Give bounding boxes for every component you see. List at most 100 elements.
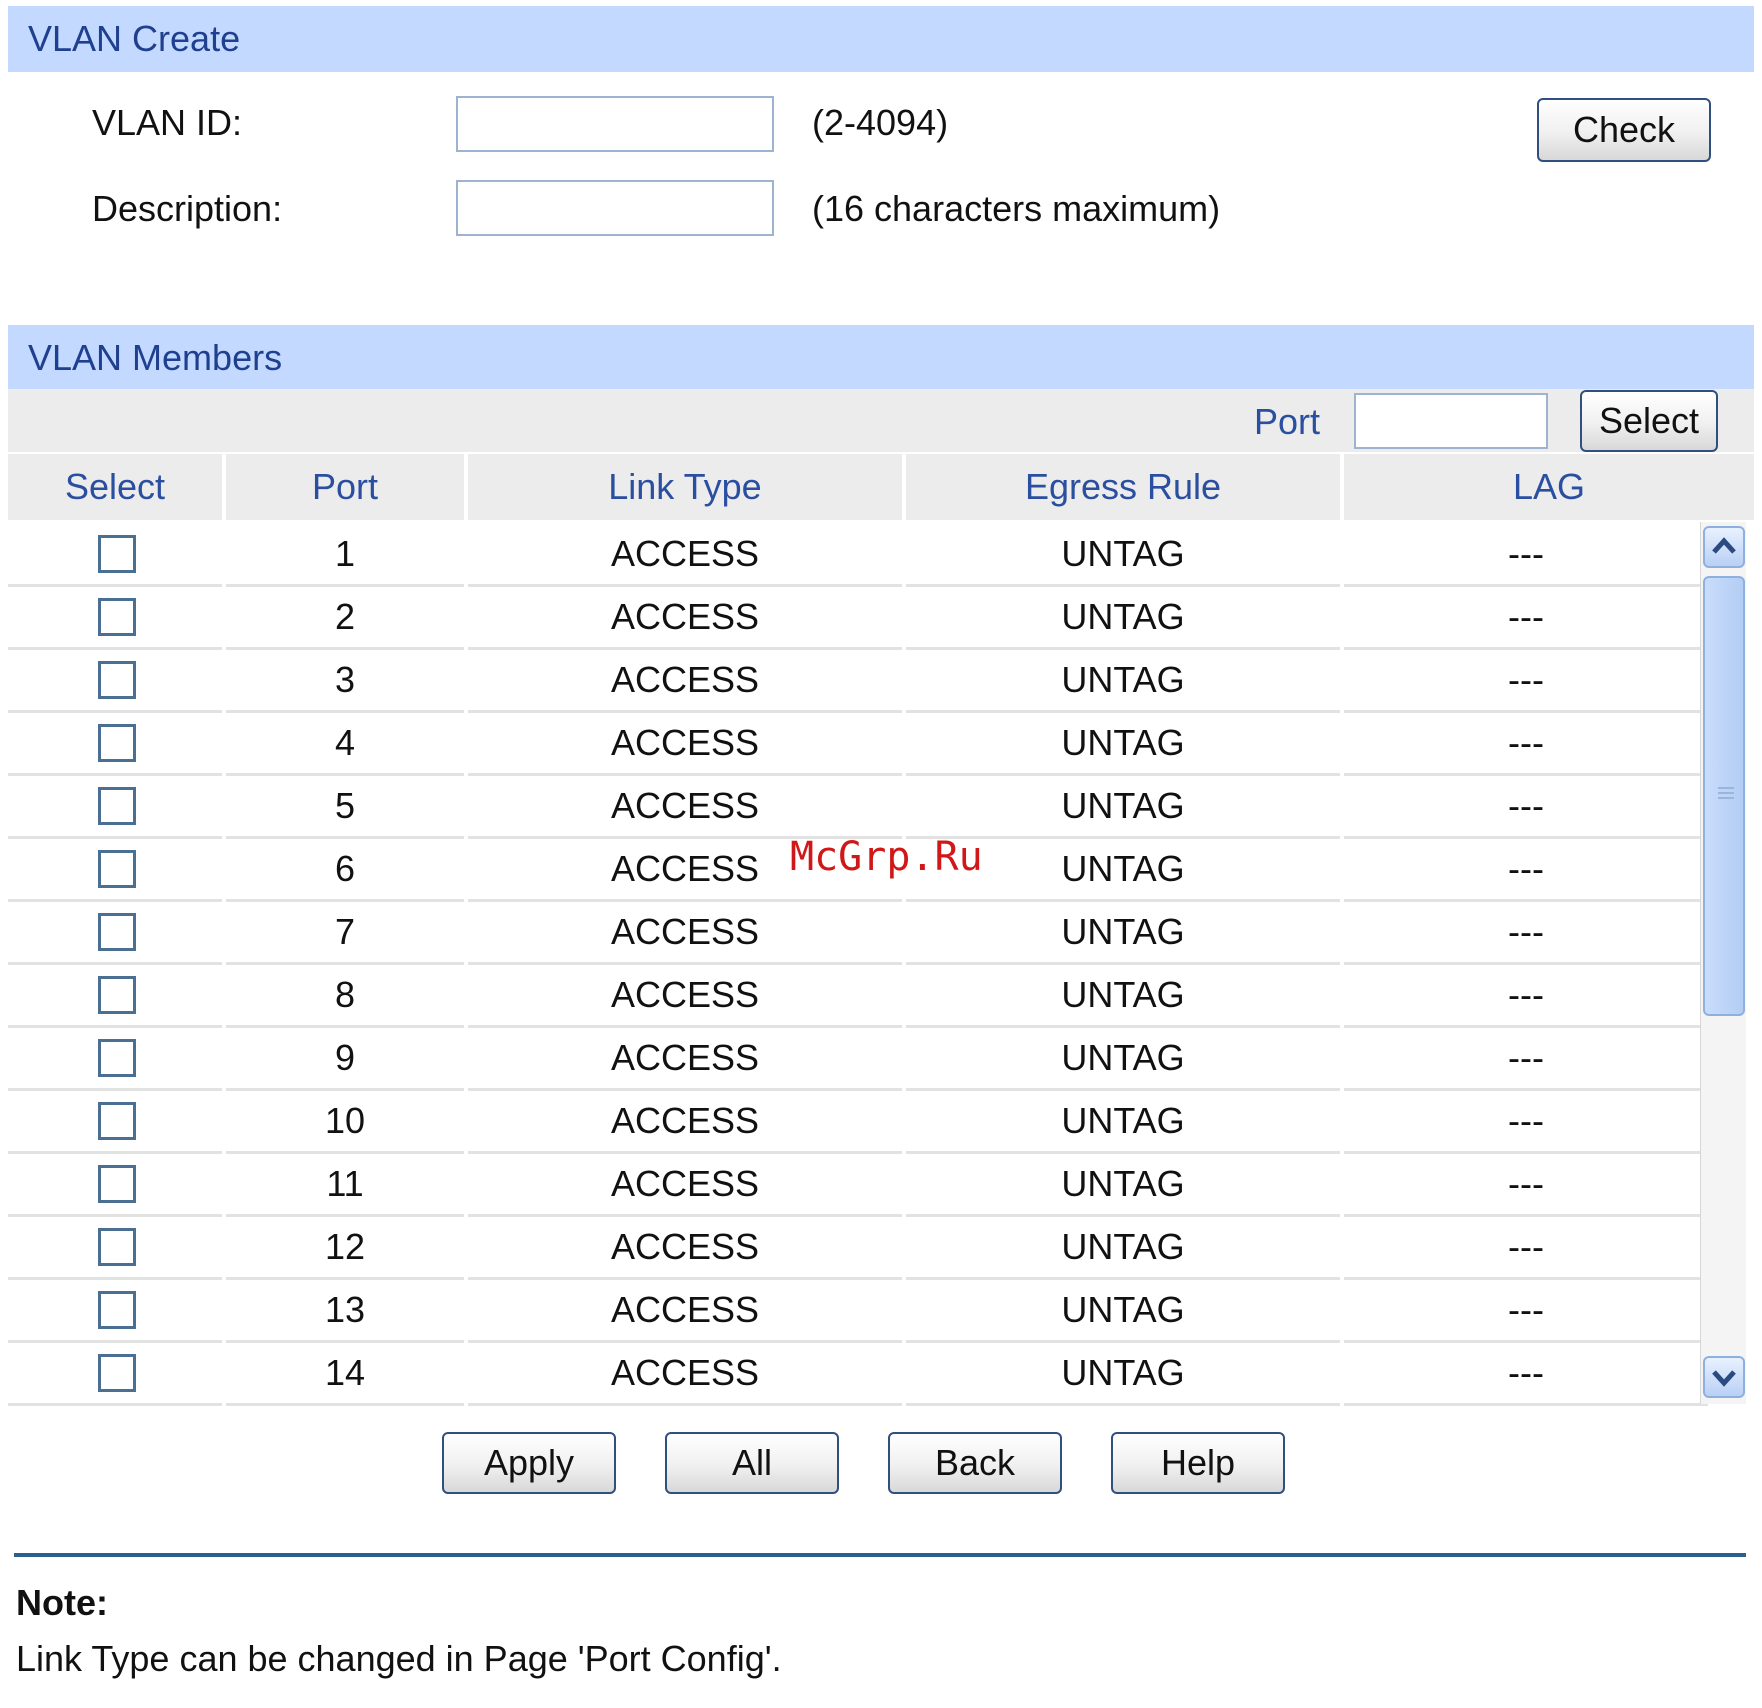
select-cell <box>8 649 222 713</box>
select-cell <box>8 775 222 839</box>
chevron-up-icon[interactable] <box>1703 526 1745 568</box>
port-filter-label: Port <box>1254 401 1321 442</box>
vlan-members-header: VLAN Members <box>8 325 1754 391</box>
lag-cell: --- <box>1344 586 1708 650</box>
table-row: 3 ACCESS UNTAG --- <box>8 649 1708 713</box>
all-button[interactable]: All <box>665 1432 839 1494</box>
port-cell: 13 <box>226 1279 464 1343</box>
lag-cell: --- <box>1344 1153 1708 1217</box>
select-port-button[interactable]: Select <box>1580 390 1718 452</box>
lag-cell: --- <box>1344 523 1708 587</box>
row-checkbox[interactable] <box>98 1102 136 1140</box>
link-type-cell: ACCESS <box>468 586 902 650</box>
column-header-egress-rule: Egress Rule <box>906 454 1340 520</box>
table-row: 12 ACCESS UNTAG --- <box>8 1216 1708 1280</box>
egress-rule-cell: UNTAG <box>906 1216 1340 1280</box>
row-checkbox[interactable] <box>98 1228 136 1266</box>
row-checkbox[interactable] <box>98 535 136 573</box>
egress-rule-cell: UNTAG <box>906 775 1340 839</box>
port-cell: 3 <box>226 649 464 713</box>
link-type-cell: ACCESS <box>468 1216 902 1280</box>
row-checkbox[interactable] <box>98 1354 136 1392</box>
link-type-cell: ACCESS <box>468 1153 902 1217</box>
select-cell <box>8 1153 222 1217</box>
column-header-link-type: Link Type <box>468 454 902 520</box>
row-checkbox[interactable] <box>98 1039 136 1077</box>
table-scrollbar[interactable] <box>1700 522 1746 1404</box>
row-checkbox[interactable] <box>98 724 136 762</box>
select-cell <box>8 838 222 902</box>
check-button[interactable]: Check <box>1537 98 1711 162</box>
port-cell: 7 <box>226 901 464 965</box>
row-checkbox[interactable] <box>98 913 136 951</box>
select-cell <box>8 1279 222 1343</box>
description-hint: (16 characters maximum) <box>812 188 1221 229</box>
port-cell: 6 <box>226 838 464 902</box>
lag-cell: --- <box>1344 901 1708 965</box>
vlan-id-label: VLAN ID: <box>92 102 243 143</box>
port-cell: 10 <box>226 1090 464 1154</box>
link-type-cell: ACCESS <box>468 1279 902 1343</box>
help-button[interactable]: Help <box>1111 1432 1285 1494</box>
table-row: 9 ACCESS UNTAG --- <box>8 1027 1708 1091</box>
apply-button[interactable]: Apply <box>442 1432 616 1494</box>
row-checkbox[interactable] <box>98 598 136 636</box>
table-row: 8 ACCESS UNTAG --- <box>8 964 1708 1028</box>
back-button[interactable]: Back <box>888 1432 1062 1494</box>
row-checkbox[interactable] <box>98 976 136 1014</box>
select-cell <box>8 901 222 965</box>
egress-rule-cell: UNTAG <box>906 901 1340 965</box>
grip-icon <box>1718 787 1734 799</box>
chevron-down-icon[interactable] <box>1703 1356 1745 1398</box>
row-checkbox[interactable] <box>98 850 136 888</box>
lag-cell: --- <box>1344 964 1708 1028</box>
port-filter-input[interactable] <box>1354 393 1548 449</box>
port-filter-toolbar: Port Select <box>8 389 1754 452</box>
column-header-port: Port <box>226 454 464 520</box>
select-cell <box>8 712 222 776</box>
select-cell <box>8 964 222 1028</box>
table-row: 14 ACCESS UNTAG --- <box>8 1342 1708 1406</box>
port-cell: 1 <box>226 523 464 587</box>
link-type-cell: ACCESS <box>468 901 902 965</box>
port-cell: 5 <box>226 775 464 839</box>
port-cell: 9 <box>226 1027 464 1091</box>
table-row: 11 ACCESS UNTAG --- <box>8 1153 1708 1217</box>
port-cell: 2 <box>226 586 464 650</box>
egress-rule-cell: UNTAG <box>906 1342 1340 1406</box>
egress-rule-cell: UNTAG <box>906 964 1340 1028</box>
row-checkbox[interactable] <box>98 661 136 699</box>
egress-rule-cell: UNTAG <box>906 1090 1340 1154</box>
row-checkbox[interactable] <box>98 1291 136 1329</box>
row-checkbox[interactable] <box>98 1165 136 1203</box>
note-text: Link Type can be changed in Page 'Port C… <box>16 1638 782 1679</box>
port-cell: 14 <box>226 1342 464 1406</box>
table-row: 13 ACCESS UNTAG --- <box>8 1279 1708 1343</box>
port-cell: 4 <box>226 712 464 776</box>
lag-cell: --- <box>1344 1090 1708 1154</box>
note-title: Note: <box>16 1582 108 1623</box>
egress-rule-cell: UNTAG <box>906 1027 1340 1091</box>
scroll-thumb[interactable] <box>1703 576 1745 1016</box>
port-cell: 11 <box>226 1153 464 1217</box>
select-cell <box>8 523 222 587</box>
lag-cell: --- <box>1344 1279 1708 1343</box>
vlan-id-hint: (2-4094) <box>812 102 949 143</box>
vlan-id-input[interactable] <box>456 96 774 152</box>
table-row: 7 ACCESS UNTAG --- <box>8 901 1708 965</box>
egress-rule-cell: UNTAG <box>906 712 1340 776</box>
note-divider <box>14 1553 1746 1557</box>
link-type-cell: ACCESS <box>468 712 902 776</box>
table-row: 10 ACCESS UNTAG --- <box>8 1090 1708 1154</box>
lag-cell: --- <box>1344 775 1708 839</box>
port-cell: 12 <box>226 1216 464 1280</box>
column-header-lag: LAG <box>1344 454 1754 520</box>
egress-rule-cell: UNTAG <box>906 1153 1340 1217</box>
vlan-create-header: VLAN Create <box>8 6 1754 72</box>
table-row: 2 ACCESS UNTAG --- <box>8 586 1708 650</box>
port-cell: 8 <box>226 964 464 1028</box>
lag-cell: --- <box>1344 712 1708 776</box>
description-input[interactable] <box>456 180 774 236</box>
row-checkbox[interactable] <box>98 787 136 825</box>
link-type-cell: ACCESS <box>468 775 902 839</box>
